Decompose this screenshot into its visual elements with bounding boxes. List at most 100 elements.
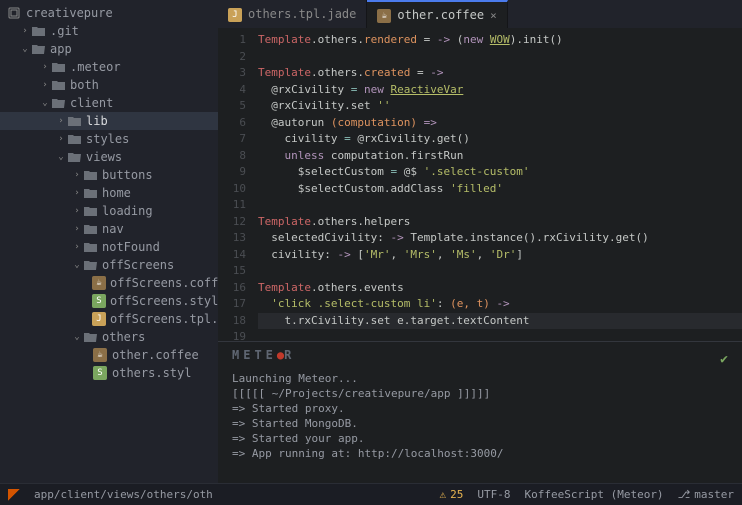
folder-icon: [82, 224, 98, 235]
chevron-right-icon: ›: [72, 170, 82, 180]
terminal-line: => Started your app.: [232, 431, 734, 446]
tree-notfound[interactable]: › notFound: [0, 238, 218, 256]
chevron-down-icon: ⌄: [72, 260, 82, 270]
warning-icon: ⚠: [439, 488, 446, 501]
tree-item-label: offScreens.styl: [110, 294, 218, 308]
tab-label: other.coffee: [397, 8, 484, 22]
tree-file-other-coffee[interactable]: ☕ other.coffee: [0, 346, 218, 364]
tree-lib[interactable]: › lib: [0, 112, 218, 130]
chevron-right-icon: ›: [72, 188, 82, 198]
tree-both[interactable]: › both: [0, 76, 218, 94]
tab-other-coffee[interactable]: ☕ other.coffee ×: [367, 0, 507, 28]
jade-file-icon: J: [228, 6, 242, 22]
tree-item-label: client: [70, 96, 113, 110]
terminal-line: Launching Meteor...: [232, 371, 734, 386]
code-editor[interactable]: 12345678910111213141516171819 Template.o…: [218, 28, 742, 341]
chevron-right-icon: ›: [40, 62, 50, 72]
project-name: creativepure: [26, 6, 113, 20]
tree-file-others-styl[interactable]: S others.styl: [0, 364, 218, 382]
tree-styles[interactable]: › styles: [0, 130, 218, 148]
project-root[interactable]: creativepure: [0, 4, 218, 22]
jade-file-icon: J: [92, 312, 106, 326]
tree-loading[interactable]: › loading: [0, 202, 218, 220]
status-language[interactable]: KoffeeScript (Meteor): [524, 488, 663, 501]
tree-views[interactable]: ⌄ views: [0, 148, 218, 166]
chevron-right-icon: ›: [40, 80, 50, 90]
terminal-panel[interactable]: ✔ METE●R Launching Meteor... [[[[[ ~/Pro…: [218, 341, 742, 483]
tree-nav[interactable]: › nav: [0, 220, 218, 238]
tree-git[interactable]: › .git: [0, 22, 218, 40]
tree-item-label: both: [70, 78, 99, 92]
folder-icon: [82, 206, 98, 217]
tree-others[interactable]: ⌄ others: [0, 328, 218, 346]
chevron-down-icon: ⌄: [20, 44, 30, 54]
coffee-file-icon: ☕: [92, 276, 106, 290]
tree-item-label: app: [50, 42, 72, 56]
tree-file-offscreens-styl[interactable]: S offScreens.styl: [0, 292, 218, 310]
folder-icon: [82, 170, 98, 181]
line-gutter: 12345678910111213141516171819: [218, 28, 254, 341]
coffee-file-icon: ☕: [92, 348, 108, 362]
tree-item-label: offScreens.coffee: [110, 276, 218, 290]
code-content[interactable]: Template.others.rendered = -> (new WOW).…: [254, 28, 742, 341]
folder-icon: [30, 26, 46, 37]
folder-icon: [66, 116, 82, 127]
tree-file-offscreens-jade[interactable]: J offScreens.tpl.jade: [0, 310, 218, 328]
coffee-file-icon: ☕: [377, 7, 391, 23]
status-encoding[interactable]: UTF-8: [477, 488, 510, 501]
status-warnings[interactable]: ⚠ 25: [439, 488, 463, 501]
tree-item-label: .git: [50, 24, 79, 38]
tree-item-label: .meteor: [70, 60, 121, 74]
status-path[interactable]: app/client/views/others/oth: [34, 488, 213, 501]
styl-file-icon: S: [92, 366, 108, 380]
folder-icon: [50, 80, 66, 91]
folder-open-icon: [82, 332, 98, 343]
folder-open-icon: [66, 152, 82, 163]
folder-open-icon: [82, 260, 98, 271]
tab-close-button[interactable]: ×: [490, 9, 497, 22]
terminal-line: => App running at: http://localhost:3000…: [232, 446, 734, 461]
check-icon: ✔: [720, 352, 728, 367]
folder-icon: [66, 134, 82, 145]
folder-icon: [82, 242, 98, 253]
tree-offscreens[interactable]: ⌄ offScreens: [0, 256, 218, 274]
tree-item-label: lib: [86, 114, 108, 128]
sidebar-file-tree[interactable]: creativepure › .git ⌄ app › .meteor › bo…: [0, 0, 218, 483]
tree-app[interactable]: ⌄ app: [0, 40, 218, 58]
tree-item-label: others.styl: [112, 366, 191, 380]
editor-tabs: J others.tpl.jade ☕ other.coffee ×: [218, 0, 742, 28]
tree-item-label: home: [102, 186, 131, 200]
tree-file-offscreens-coffee[interactable]: ☕ offScreens.coffee: [0, 274, 218, 292]
meteor-brand: METE●R: [232, 348, 734, 363]
folder-open-icon: [30, 44, 46, 55]
folder-icon: [50, 62, 66, 73]
tree-item-label: buttons: [102, 168, 153, 182]
terminal-line: => Started MongoDB.: [232, 416, 734, 431]
tab-label: others.tpl.jade: [248, 7, 356, 21]
chevron-right-icon: ›: [72, 242, 82, 252]
chevron-down-icon: ⌄: [72, 332, 82, 342]
square-icon: [8, 489, 20, 501]
tree-item-label: others: [102, 330, 145, 344]
chevron-right-icon: ›: [72, 224, 82, 234]
tab-others-jade[interactable]: J others.tpl.jade: [218, 0, 367, 28]
terminal-line: => Started proxy.: [232, 401, 734, 416]
branch-name: master: [694, 488, 734, 501]
chevron-right-icon: ›: [20, 26, 30, 36]
tree-item-label: loading: [102, 204, 153, 218]
git-branch-icon: ⎇: [678, 488, 691, 501]
chevron-down-icon: ⌄: [56, 152, 66, 162]
tree-client[interactable]: ⌄ client: [0, 94, 218, 112]
tree-buttons[interactable]: › buttons: [0, 166, 218, 184]
tree-item-label: notFound: [102, 240, 160, 254]
warning-count: 25: [450, 488, 463, 501]
status-indicator[interactable]: [8, 489, 20, 501]
chevron-right-icon: ›: [56, 134, 66, 144]
tree-home[interactable]: › home: [0, 184, 218, 202]
tree-item-label: offScreens.tpl.jade: [110, 312, 218, 326]
folder-open-icon: [50, 98, 66, 109]
status-git-branch[interactable]: ⎇ master: [678, 488, 734, 501]
status-bar: app/client/views/others/oth ⚠ 25 UTF-8 Ko…: [0, 483, 742, 505]
tree-meteor[interactable]: › .meteor: [0, 58, 218, 76]
tree-item-label: styles: [86, 132, 129, 146]
